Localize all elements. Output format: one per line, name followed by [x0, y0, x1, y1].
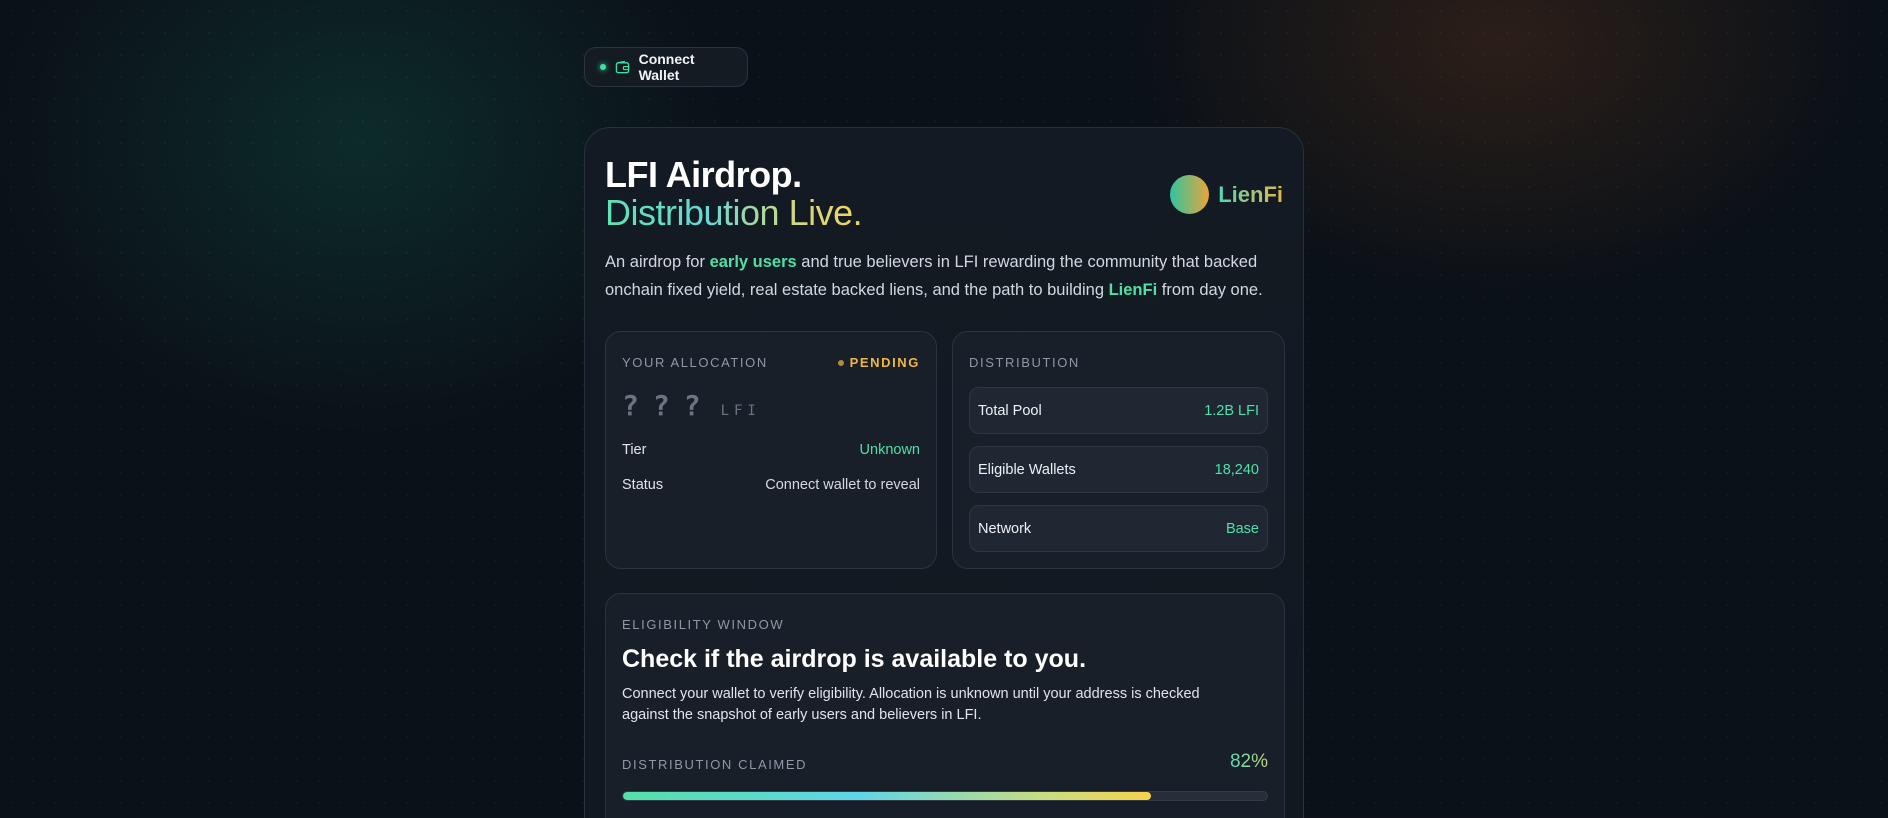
lienfi-logo-icon: [1170, 175, 1210, 214]
pending-dot-icon: [837, 359, 844, 366]
row-key: Tier: [622, 442, 647, 458]
eligibility-panel: ELIGIBILITY WINDOW Check if the airdrop …: [605, 593, 1285, 818]
claimed-progress-fill: [623, 792, 1152, 800]
intro-highlight-early-users: early users: [709, 253, 797, 271]
allocation-amount-value: ???: [622, 389, 715, 422]
allocation-amount: ??? LFI: [622, 389, 761, 422]
eligibility-label: ELIGIBILITY WINDOW: [622, 617, 785, 632]
brand-logo: LienFi: [1170, 175, 1283, 214]
distribution-label: DISTRIBUTION: [969, 355, 1080, 370]
distribution-claimed-percent: 82%: [1229, 751, 1268, 772]
stat-row-network: Network Base: [969, 505, 1268, 552]
stat-key: Eligible Wallets: [978, 461, 1076, 478]
stat-value: 1.2B LFI: [1204, 402, 1259, 419]
status-badge: PENDING: [837, 355, 920, 370]
row-key: Status: [622, 477, 664, 493]
row-value: Unknown: [859, 442, 920, 458]
allocation-panel: YOUR ALLOCATION PENDING ??? LFI Tier Unk…: [605, 331, 937, 569]
stat-row-total-pool: Total Pool 1.2B LFI: [969, 387, 1268, 434]
stat-value: Base: [1225, 520, 1259, 537]
allocation-label: YOUR ALLOCATION: [622, 355, 768, 370]
status-badge-label: PENDING: [849, 355, 920, 370]
airdrop-card: LFI Airdrop. Distribution Live. LienFi A…: [584, 127, 1304, 818]
title-line-1: LFI Airdrop.: [605, 154, 802, 195]
allocation-row-status: Status Connect wallet to reveal: [622, 477, 920, 493]
eligibility-title: Check if the airdrop is available to you…: [622, 645, 1087, 673]
claimed-progress-bar: [622, 791, 1268, 801]
intro-text-part: An airdrop for: [605, 253, 710, 271]
intro-text: An airdrop for early users and true beli…: [605, 248, 1295, 304]
brand-name: LienFi: [1218, 181, 1283, 207]
stat-value: 18,240: [1214, 461, 1259, 478]
allocation-amount-unit: LFI: [720, 403, 761, 419]
wallet-icon: [615, 60, 630, 75]
stat-key: Network: [978, 520, 1032, 537]
intro-highlight-lienfi: LienFi: [1108, 281, 1158, 299]
stat-row-eligible-wallets: Eligible Wallets 18,240: [969, 446, 1268, 493]
intro-text-part: from day one.: [1157, 281, 1263, 299]
connection-status-dot-icon: [600, 64, 606, 70]
allocation-row-tier: Tier Unknown: [622, 442, 920, 458]
page-title: LFI Airdrop. Distribution Live.: [605, 154, 863, 233]
eligibility-description: Connect your wallet to verify eligibilit…: [622, 686, 1200, 723]
connect-wallet-label: Connect Wallet: [638, 51, 695, 83]
distribution-claimed-label: DISTRIBUTION CLAIMED: [622, 757, 808, 772]
connect-wallet-button[interactable]: Connect Wallet: [584, 47, 748, 87]
title-line-2: Distribution Live.: [605, 192, 863, 233]
row-value: Connect wallet to reveal: [765, 477, 920, 493]
stat-key: Total Pool: [978, 402, 1042, 419]
distribution-panel: DISTRIBUTION Total Pool 1.2B LFI Eligibl…: [952, 331, 1285, 569]
